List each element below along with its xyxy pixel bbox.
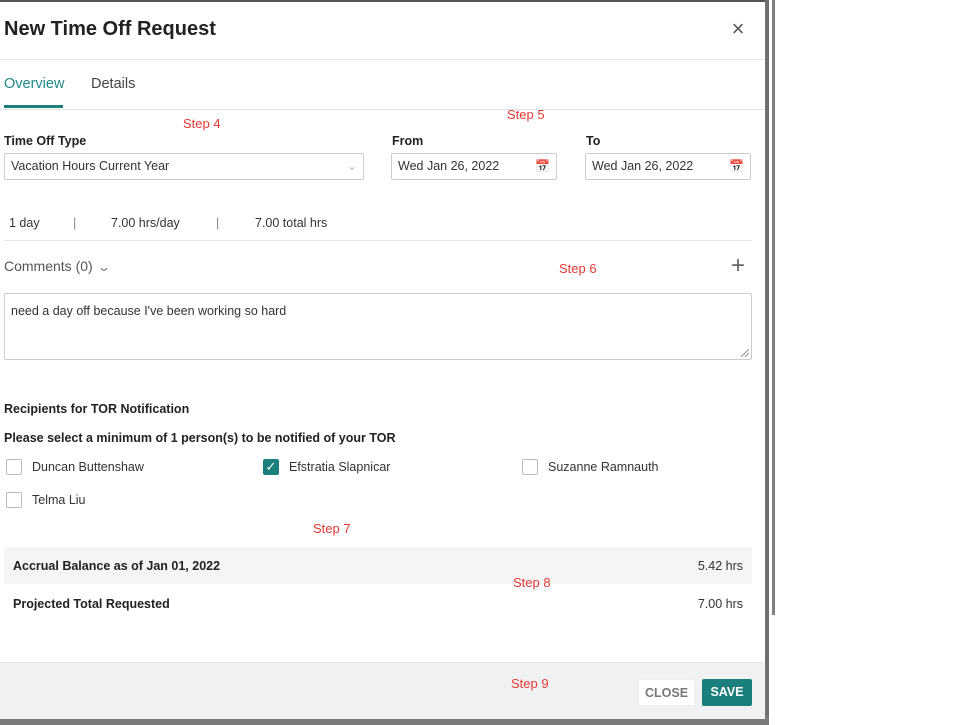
recipient-name: Suzanne Ramnauth bbox=[548, 460, 659, 474]
to-date-value: Wed Jan 26, 2022 bbox=[592, 159, 694, 173]
projected-total-label: Projected Total Requested bbox=[13, 596, 170, 611]
backdrop-edge bbox=[766, 0, 769, 718]
dialog-header: New Time Off Request × bbox=[0, 2, 765, 60]
recipients-instruction: Please select a minimum of 1 person(s) t… bbox=[4, 431, 396, 445]
calendar-icon[interactable]: 📅 bbox=[729, 154, 744, 179]
close-button[interactable]: CLOSE bbox=[638, 679, 695, 706]
recipient-checkbox-duncan-buttenshaw[interactable]: Duncan Buttenshaw bbox=[6, 459, 144, 475]
from-date-field[interactable]: Wed Jan 26, 2022 📅 bbox=[391, 153, 557, 180]
chevron-down-icon: ⌄ bbox=[346, 159, 357, 173]
summary-hrs-per-day: 7.00 hrs/day bbox=[111, 216, 180, 230]
to-date-field[interactable]: Wed Jan 26, 2022 📅 bbox=[585, 153, 751, 180]
comments-label: Comments (0) bbox=[4, 258, 93, 274]
step-9-annotation: Step 9 bbox=[511, 676, 549, 691]
time-off-type-value: Vacation Hours Current Year bbox=[11, 159, 170, 173]
to-label: To bbox=[586, 134, 601, 148]
time-off-type-select[interactable]: Vacation Hours Current Year ⌄ bbox=[4, 153, 364, 180]
divider bbox=[4, 240, 752, 241]
save-button[interactable]: SAVE bbox=[702, 679, 752, 706]
checkbox[interactable] bbox=[522, 459, 538, 475]
tab-bar: Overview Details bbox=[0, 60, 765, 110]
from-label: From bbox=[392, 134, 424, 148]
tab-overview[interactable]: Overview bbox=[4, 76, 64, 92]
accrual-balance-row: Accrual Balance as of Jan 01, 2022 5.42 … bbox=[4, 547, 752, 584]
recipient-name: Telma Liu bbox=[32, 493, 86, 507]
tab-details[interactable]: Details bbox=[91, 76, 135, 92]
step-6-annotation: Step 6 bbox=[559, 261, 597, 276]
checkbox[interactable] bbox=[6, 492, 22, 508]
checkbox[interactable] bbox=[6, 459, 22, 475]
comment-textarea[interactable]: need a day off because I've been working… bbox=[4, 293, 752, 360]
add-comment-icon[interactable]: + bbox=[731, 254, 745, 278]
time-off-request-dialog: New Time Off Request × Overview Details … bbox=[0, 0, 766, 719]
accrual-balance-label: Accrual Balance as of Jan 01, 2022 bbox=[13, 558, 221, 573]
comments-toggle[interactable]: Comments (0) ⌄ bbox=[4, 258, 111, 274]
accrual-balance-value: 5.42 hrs bbox=[697, 558, 743, 573]
summary-separator: | bbox=[73, 216, 77, 230]
backdrop-scrollbar bbox=[772, 0, 775, 615]
dialog-footer: Step 9 CLOSE SAVE bbox=[0, 662, 765, 719]
projected-total-value: 7.00 hrs bbox=[697, 596, 743, 611]
recipients-title: Recipients for TOR Notification bbox=[4, 402, 190, 416]
summary-separator: | bbox=[216, 216, 220, 230]
summary-total-hrs: 7.00 total hrs bbox=[255, 216, 328, 230]
dialog-title: New Time Off Request bbox=[4, 18, 216, 40]
step-4-annotation: Step 4 bbox=[183, 116, 221, 131]
active-tab-indicator bbox=[4, 105, 63, 108]
recipient-name: Duncan Buttenshaw bbox=[32, 460, 144, 474]
projected-total-row: Projected Total Requested 7.00 hrs bbox=[4, 585, 752, 622]
resize-handle[interactable] bbox=[741, 349, 749, 357]
chevron-down-icon: ⌄ bbox=[96, 260, 111, 274]
from-date-value: Wed Jan 26, 2022 bbox=[398, 159, 500, 173]
calendar-icon[interactable]: 📅 bbox=[535, 154, 550, 179]
checkmark-icon[interactable]: ✓ bbox=[263, 459, 279, 475]
recipient-checkbox-telma-liu[interactable]: Telma Liu bbox=[6, 492, 86, 508]
close-icon[interactable]: × bbox=[728, 18, 748, 40]
time-off-type-label: Time Off Type bbox=[4, 134, 87, 148]
step-5-annotation: Step 5 bbox=[507, 107, 545, 122]
recipient-checkbox-efstratia-slapnicar[interactable]: ✓ Efstratia Slapnicar bbox=[263, 459, 390, 475]
recipient-name: Efstratia Slapnicar bbox=[289, 460, 391, 474]
comment-text: need a day off because I've been working… bbox=[11, 304, 287, 318]
recipient-checkbox-suzanne-ramnauth[interactable]: Suzanne Ramnauth bbox=[522, 459, 659, 475]
summary-days: 1 day bbox=[9, 216, 40, 230]
step-7-annotation: Step 7 bbox=[313, 521, 351, 536]
